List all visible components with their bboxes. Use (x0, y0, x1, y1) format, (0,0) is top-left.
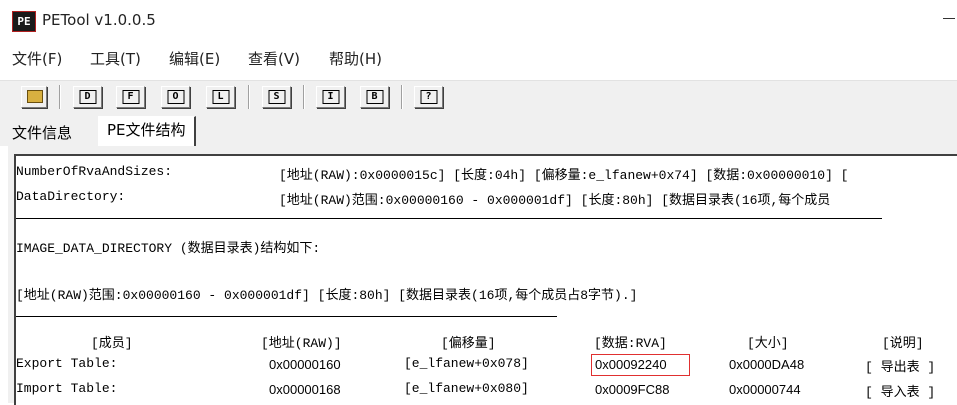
field-name: NumberOfRvaAndSizes: (16, 164, 173, 179)
table-row-desc: [ 导入表 ] (865, 385, 936, 400)
table-row-size: 0x0000DA48 (729, 357, 805, 372)
help-button[interactable]: ? (414, 86, 443, 108)
divider (16, 218, 882, 219)
menu-edit[interactable]: 编辑(E) (169, 48, 220, 69)
col-header-address: [地址(RAW)] (261, 336, 342, 351)
menu-tools[interactable]: 工具(T) (90, 48, 141, 69)
table-row-address: 0x00000168 (269, 382, 341, 397)
import-button[interactable]: I (316, 86, 345, 108)
col-header-rva: [数据:RVA] (594, 336, 667, 351)
tab-bar: 文件信息 PE文件结构 (0, 112, 957, 147)
section-button[interactable]: S (262, 86, 291, 108)
title-bar: PE PETool v1.0.0.5 (0, 0, 957, 40)
table-row-member: Import Table: (16, 381, 118, 396)
open-file-button[interactable] (21, 86, 47, 108)
d-icon: D (79, 90, 96, 104)
menu-help[interactable]: 帮助(H) (329, 48, 382, 69)
col-header-desc: [说明] (882, 336, 924, 351)
table-row-offset: [e_lfanew+0x080] (404, 381, 529, 396)
optional-header-button[interactable]: O (161, 86, 190, 108)
col-header-member: [成员] (91, 336, 133, 351)
table-row-rva: 0x0009FC88 (595, 382, 670, 397)
table-row-address: 0x00000160 (269, 357, 341, 372)
field-value: [地址(RAW)范围:0x00000160 - 0x000001df] [长度:… (279, 193, 831, 208)
l-icon: L (212, 90, 229, 104)
menu-file[interactable]: 文件(F) (12, 48, 62, 69)
table-row-rva: 0x00092240 (595, 357, 667, 372)
toolbar-separator (303, 85, 305, 109)
s-icon: S (268, 90, 285, 104)
l-button[interactable]: L (206, 86, 235, 108)
pe-app-icon: PE (12, 11, 36, 32)
b-button[interactable]: B (360, 86, 389, 108)
toolbar: D F O L S I B ? (0, 80, 957, 113)
table-row-member: Export Table: (16, 356, 118, 371)
field-value: [地址(RAW):0x0000015c] [长度:04h] [偏移量:e_lfa… (279, 168, 849, 183)
i-icon: I (322, 90, 339, 104)
window-title: PETool v1.0.0.5 (42, 11, 156, 29)
b-icon: B (366, 90, 383, 104)
table-row-size: 0x00000744 (729, 382, 801, 397)
o-icon: O (167, 90, 184, 104)
toolbar-separator (401, 85, 403, 109)
table-row-desc: [ 导出表 ] (865, 360, 936, 375)
open-folder-icon (27, 90, 43, 103)
section-title: IMAGE_DATA_DIRECTORY (数据目录表)结构如下: (16, 241, 321, 256)
table-row-offset: [e_lfanew+0x078] (404, 356, 529, 371)
help-icon: ? (420, 90, 437, 104)
col-header-size: [大小] (747, 336, 789, 351)
tab-file-info[interactable]: 文件信息 (12, 122, 72, 143)
file-header-button[interactable]: F (116, 86, 145, 108)
col-header-offset: [偏移量] (441, 336, 496, 351)
field-name: DataDirectory: (16, 189, 126, 204)
toolbar-separator (248, 85, 250, 109)
toolbar-separator (59, 85, 61, 109)
pe-structure-text-view[interactable]: NumberOfRvaAndSizes: [地址(RAW):0x0000015c… (14, 154, 957, 405)
tab-pe-structure[interactable]: PE文件结构 (98, 116, 196, 147)
minimize-icon[interactable] (943, 18, 955, 19)
f-icon: F (122, 90, 139, 104)
dos-header-button[interactable]: D (73, 86, 102, 108)
menu-view[interactable]: 查看(V) (248, 48, 300, 69)
range-line: [地址(RAW)范围:0x00000160 - 0x000001df] [长度:… (16, 288, 638, 303)
divider (16, 316, 557, 317)
